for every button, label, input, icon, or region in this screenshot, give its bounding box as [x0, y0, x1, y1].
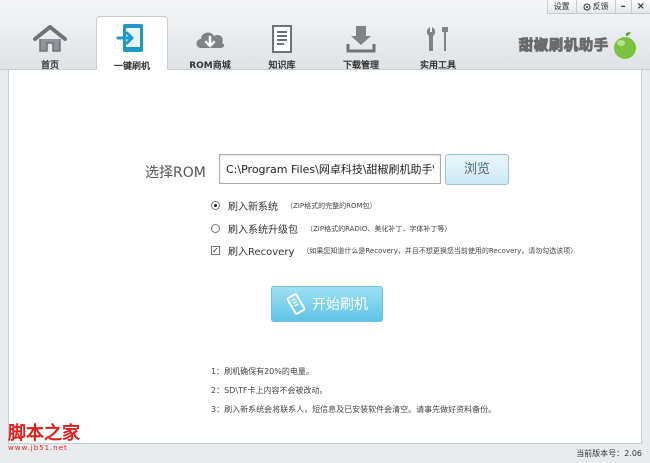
note-item: 2：SD\TF卡上内容不会被改动。	[211, 386, 328, 395]
phone-flash-icon	[286, 293, 306, 315]
close-button[interactable]: ×	[630, 0, 650, 14]
home-icon	[14, 24, 86, 54]
option-hint: （如果您知道什么是Recovery，并且不想更换您当前使用的Recovery，请…	[302, 246, 578, 255]
option-flash-new-system[interactable]: 刷入新系统 （ZIP格式的完整的ROM包）	[211, 198, 377, 213]
radio-button[interactable]	[211, 224, 220, 233]
site-watermark: 脚本之家 www.jb51.net	[8, 424, 80, 453]
option-label: 刷入Recovery	[228, 247, 295, 258]
cloud-download-icon	[174, 24, 246, 54]
option-label: 刷入系统升级包	[228, 225, 298, 236]
settings-label: 设置	[553, 1, 570, 11]
brand-name: 甜椒刷机助手	[519, 38, 609, 55]
window-controls: 设置 反馈 – ×	[546, 0, 650, 14]
close-icon: ×	[636, 0, 645, 12]
checkbox[interactable]: ✓	[211, 246, 220, 255]
rom-path-input[interactable]	[219, 154, 441, 184]
minimize-button[interactable]: –	[614, 0, 631, 14]
start-flash-label: 开始刷机	[312, 297, 368, 313]
version-info: 当前版本号：2.06	[576, 448, 642, 459]
watermark-main: 脚本之家	[8, 423, 80, 444]
start-flash-button[interactable]: 开始刷机	[271, 286, 383, 322]
watermark-url: www.jb51.net	[8, 444, 68, 452]
tools-icon	[402, 24, 474, 54]
select-rom-label: 选择ROM	[145, 165, 206, 181]
flash-panel: 选择ROM 浏览 刷入新系统 （ZIP格式的完整的ROM包） 刷入系统升级包 （…	[8, 70, 642, 444]
top-bar: 设置 反馈 – × 首页 一键刷机 ROM商城 知识库 下载管理 实用工具 甜椒…	[0, 0, 650, 72]
status-bar	[0, 444, 650, 463]
radio-button[interactable]	[211, 201, 220, 210]
note-item: 3：刷入新系统会将联系人，短信息及已安装软件会清空。请事先做好资料备份。	[211, 405, 497, 414]
option-hint: （ZIP格式的完整的ROM包）	[286, 201, 377, 210]
option-flash-update-package[interactable]: 刷入系统升级包 （ZIP格式的RADIO、美化补丁、字体补丁等）	[211, 221, 451, 236]
note-item: 1：刷机确保有20%的电量。	[211, 367, 314, 376]
browse-button[interactable]: 浏览	[445, 154, 509, 185]
option-hint: （ZIP格式的RADIO、美化补丁、字体补丁等）	[306, 224, 452, 233]
tab-knowledge-base[interactable]: 知识库	[246, 18, 318, 71]
feedback-label: 反馈	[592, 1, 609, 11]
tab-utilities[interactable]: 实用工具	[402, 18, 474, 71]
download-tray-icon	[325, 24, 397, 54]
feedback-button[interactable]: 反馈	[575, 0, 615, 14]
tab-download-manager[interactable]: 下载管理	[325, 18, 397, 71]
tab-one-click-flash[interactable]: 一键刷机	[96, 16, 168, 72]
flash-phone-icon	[97, 22, 167, 52]
version-number: 2.06	[624, 449, 642, 458]
brand: 甜椒刷机助手	[519, 30, 638, 60]
tab-home[interactable]: 首页	[14, 18, 86, 71]
apple-logo-icon	[614, 32, 636, 59]
option-flash-recovery[interactable]: ✓ 刷入Recovery （如果您知道什么是Recovery，并且不想更换您当前…	[211, 243, 577, 258]
feedback-icon	[583, 3, 591, 10]
tab-rom-store[interactable]: ROM商城	[174, 18, 246, 71]
settings-button[interactable]: 设置	[546, 0, 576, 14]
notes-list: 1：刷机确保有20%的电量。 2：SD\TF卡上内容不会被改动。 3：刷入新系统…	[211, 362, 496, 419]
document-icon	[246, 24, 318, 54]
minimize-icon: –	[620, 0, 626, 12]
version-label: 当前版本号：	[576, 449, 625, 458]
option-label: 刷入新系统	[228, 202, 278, 213]
